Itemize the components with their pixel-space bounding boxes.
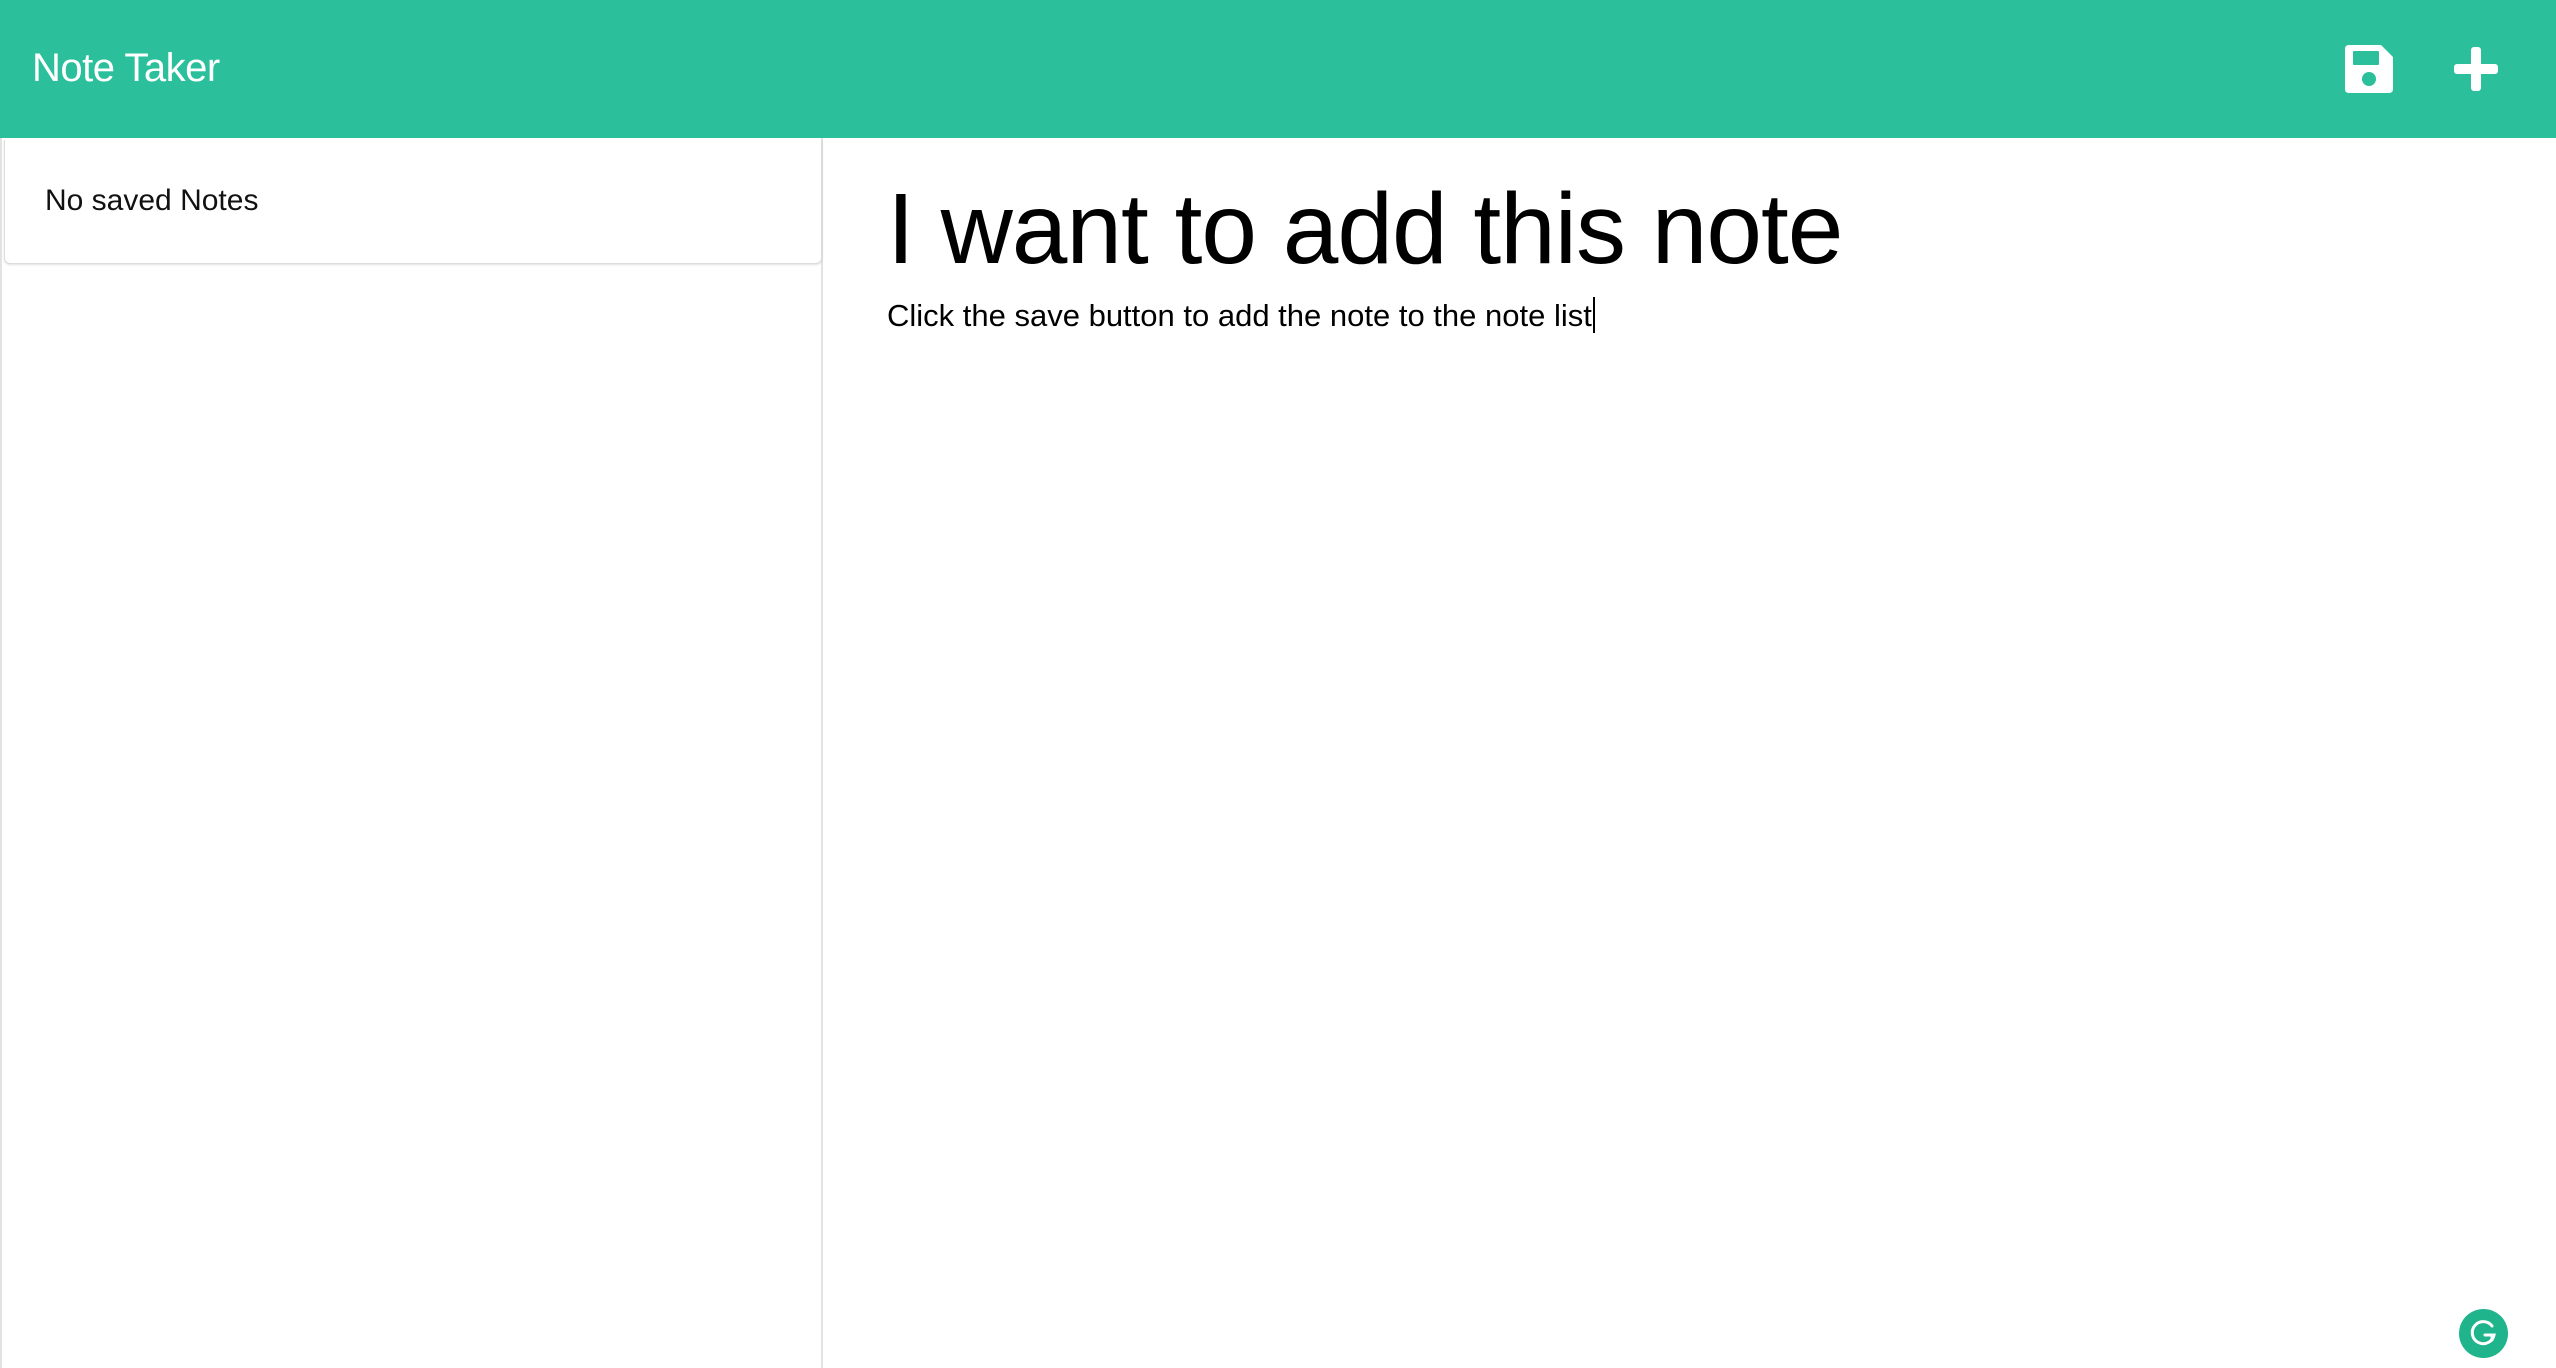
list-item[interactable]: No saved Notes: [45, 182, 258, 220]
save-note-button[interactable]: [2339, 39, 2399, 99]
note-list: No saved Notes: [4, 140, 822, 264]
floppy-disk-icon: [2345, 45, 2393, 93]
grammarly-button[interactable]: [2459, 1309, 2508, 1358]
note-editor: I want to add this note Click the save b…: [825, 138, 2556, 1368]
new-note-button[interactable]: [2446, 39, 2506, 99]
grammarly-icon: [2470, 1320, 2496, 1346]
plus-icon: [2454, 47, 2498, 91]
text-cursor: [1592, 297, 1595, 333]
brand-title[interactable]: Note Taker: [32, 42, 220, 94]
note-list-sidebar: No saved Notes: [0, 138, 823, 1368]
note-title-input[interactable]: I want to add this note: [887, 164, 2487, 294]
note-textarea[interactable]: Click the save button to add the note to…: [887, 296, 2487, 336]
note-text-value: Click the save button to add the note to…: [887, 298, 1592, 333]
navbar: Note Taker: [0, 0, 2556, 138]
